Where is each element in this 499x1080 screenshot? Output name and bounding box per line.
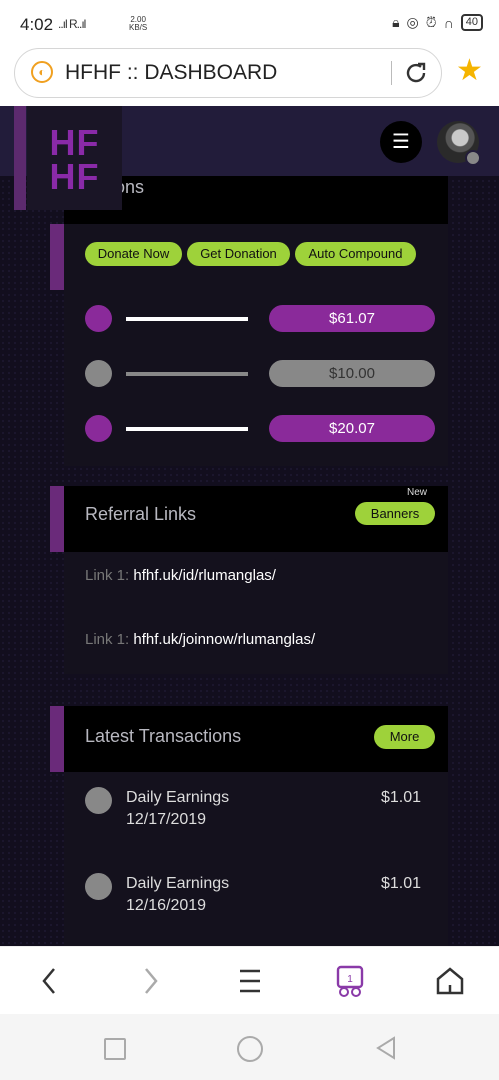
web-content: ☰ Actions Donate Now Get Donation Auto C… (0, 106, 499, 946)
recent-apps-icon[interactable] (104, 1038, 126, 1060)
back-icon[interactable] (30, 961, 70, 1001)
lock-icon: 🔒︎ (392, 14, 400, 30)
status-dot (85, 415, 112, 442)
reload-icon[interactable] (402, 59, 430, 87)
banners-button[interactable]: Banners (355, 502, 435, 525)
transactions-accent (50, 706, 64, 772)
transaction-icon (85, 787, 112, 814)
site-icon: ◐ (31, 61, 53, 83)
transaction-row: Daily Earnings 12/17/2019 (126, 789, 230, 828)
referral-title: Referral Links (85, 504, 197, 524)
clock: 4:02 (20, 15, 54, 34)
bookmark-star-icon[interactable]: ★ (456, 56, 483, 86)
url-field[interactable]: ◐ HFHF :: DASHBOARD (14, 48, 442, 98)
auto-compound-button[interactable]: Auto Compound (295, 242, 416, 266)
home-icon[interactable] (430, 961, 470, 1001)
hamburger-menu-button[interactable]: ☰ (380, 121, 422, 163)
status-bar: 4:02 ..ıl R..ıl 2.00 KB/S 🔒︎ ◎ ⏰︎ ∩ 40 (0, 0, 499, 44)
status-dot (85, 305, 112, 332)
transaction-row: Daily Earnings 12/16/2019 (126, 875, 230, 914)
logo-strip (14, 106, 26, 210)
get-donation-button[interactable]: Get Donation (187, 242, 290, 266)
tabs-icon[interactable]: 1 (330, 961, 370, 1001)
new-badge: New (407, 487, 428, 498)
more-button[interactable]: More (374, 725, 435, 749)
transaction-icon (85, 873, 112, 900)
location-icon: ◎ (406, 14, 419, 30)
amount-pill[interactable]: $10.00 (269, 360, 435, 387)
svg-text:1: 1 (347, 974, 353, 985)
progress-line (126, 427, 248, 431)
back-triangle-icon[interactable] (372, 1034, 400, 1062)
progress-line (126, 372, 248, 376)
transaction-amount: $1.01 (380, 875, 421, 892)
actions-accent (50, 224, 64, 290)
system-nav-bar (0, 1014, 499, 1080)
referral-link-2[interactable]: Link 1: hfhf.uk/joinnow/rlumanglas/ (85, 631, 315, 648)
transaction-amount: $1.01 (380, 789, 421, 806)
amount-pill[interactable]: $61.07 (269, 305, 435, 332)
status-indicator (465, 150, 481, 166)
amount-pill[interactable]: $20.07 (269, 415, 435, 442)
donate-now-button[interactable]: Donate Now (85, 242, 182, 266)
referral-accent (50, 486, 64, 552)
page-title: HFHF :: DASHBOARD (65, 61, 278, 84)
network-speed: 2.00 KB/S (129, 15, 148, 32)
menu-icon[interactable] (230, 961, 270, 1001)
headphones-icon: ∩ (443, 14, 454, 31)
site-logo[interactable]: HF HF (27, 106, 122, 210)
battery-icon: 40 (460, 14, 483, 31)
browser-address-bar: ◐ HFHF :: DASHBOARD ★ (0, 44, 499, 106)
divider (391, 61, 392, 85)
status-dot (85, 360, 112, 387)
signal-icon: ..ıl R..ıl (58, 17, 86, 31)
forward-icon[interactable] (130, 961, 170, 1001)
home-button-icon[interactable] (237, 1036, 263, 1062)
referral-link-1[interactable]: Link 1: hfhf.uk/id/rlumanglas/ (85, 567, 276, 584)
browser-toolbar: 1 (0, 946, 499, 1015)
progress-line (126, 317, 248, 321)
transactions-title: Latest Transactions (85, 726, 242, 746)
alarm-icon: ⏰︎ (425, 14, 437, 30)
